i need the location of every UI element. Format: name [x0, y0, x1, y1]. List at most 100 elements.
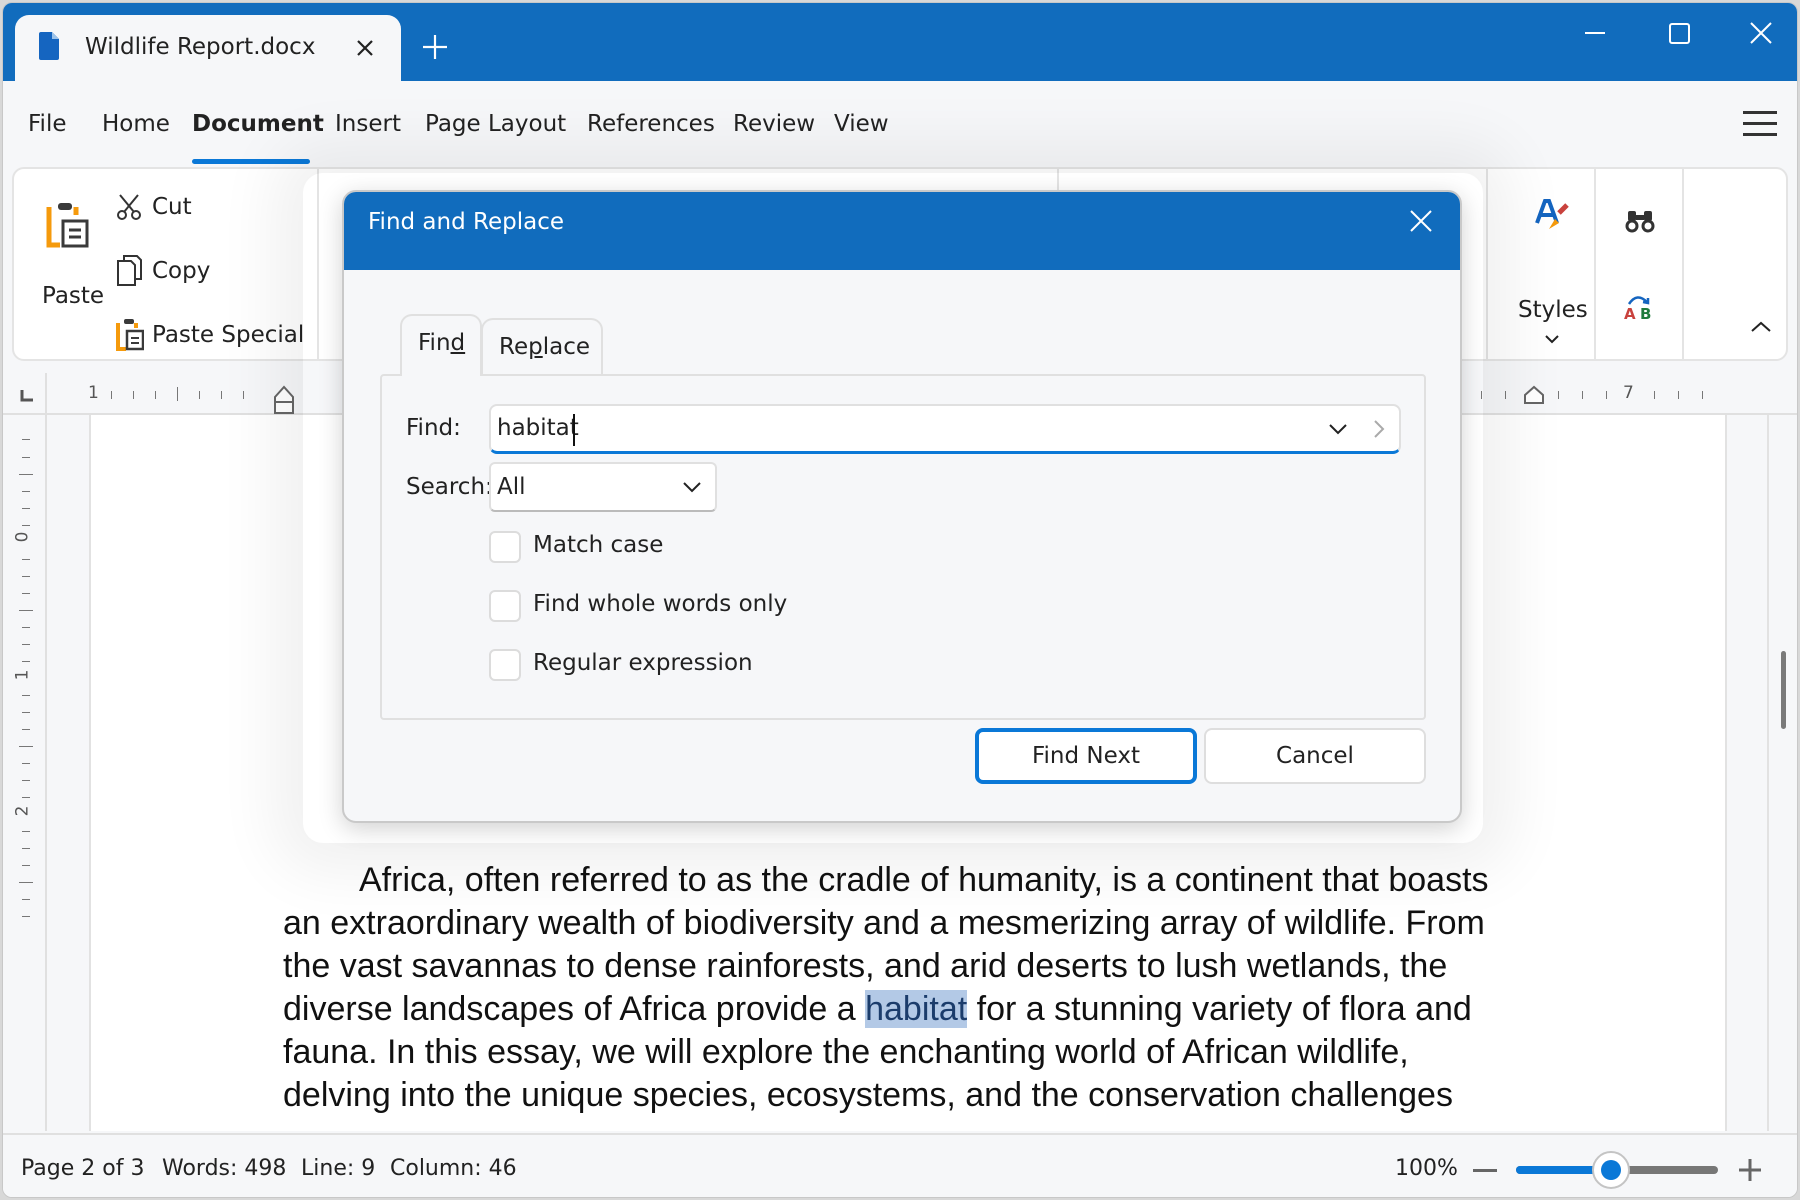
ruler-tick: [22, 899, 30, 900]
menu-view[interactable]: View: [834, 111, 889, 137]
ruler-label: 0: [12, 531, 33, 543]
vertical-ruler[interactable]: 0 1 2: [3, 415, 47, 1131]
ruler-tick: [155, 391, 156, 399]
ruler-tick: [22, 525, 30, 526]
ruler-tick: [22, 661, 30, 662]
ruler-tick: [22, 831, 30, 832]
whole-words-checkbox[interactable]: [489, 590, 521, 622]
search-match-highlight: habitat: [865, 990, 968, 1028]
find-input[interactable]: habitat: [489, 404, 1401, 454]
status-bar: Page 2 of 3 Words: 498 Line: 9 Column: 4…: [3, 1133, 1797, 1197]
ruler-tick: [1558, 391, 1559, 399]
ruler-tick: [19, 746, 33, 747]
paste-special-label: Paste Special: [152, 322, 305, 348]
ruler-tick: [1505, 391, 1506, 399]
vertical-scrollbar-thumb[interactable]: [1781, 651, 1786, 729]
paragraph-line: the vast savannas to dense rainforests, …: [283, 947, 1448, 985]
paragraph-line: delving into the unique species, ecosyst…: [283, 1076, 1453, 1114]
vertical-scrollbar-track[interactable]: [1767, 415, 1793, 1131]
collapse-ribbon-icon[interactable]: [1749, 319, 1773, 335]
whole-words-label[interactable]: Find whole words only: [533, 591, 787, 617]
styles-label: Styles: [1518, 297, 1588, 323]
menu-home[interactable]: Home: [102, 111, 170, 137]
match-case-checkbox[interactable]: [489, 531, 521, 563]
svg-text:A: A: [1624, 305, 1636, 320]
ruler-tick: [22, 729, 30, 730]
ruler-tick: [111, 391, 112, 399]
menu-bar: File Home Document Insert Page Layout Re…: [3, 81, 1797, 167]
ruler-tick: [22, 576, 30, 577]
ruler-tick: [22, 865, 30, 866]
ruler-tick: [133, 391, 134, 399]
dialog-title-bar[interactable]: Find and Replace: [344, 192, 1460, 270]
zoom-out-button[interactable]: [1473, 1169, 1497, 1172]
zoom-slider[interactable]: [1516, 1151, 1718, 1189]
zoom-slider-thumb[interactable]: [1591, 1151, 1630, 1189]
replace-ab-icon[interactable]: A B: [1623, 294, 1655, 320]
document-tab[interactable]: Wildlife Report.docx: [15, 15, 401, 82]
styles-button[interactable]: Styles: [1504, 199, 1600, 344]
hamburger-menu-icon[interactable]: [1743, 111, 1777, 137]
copy-icon: [117, 255, 142, 286]
zoom-in-button[interactable]: [1737, 1157, 1763, 1183]
search-scope-select[interactable]: All: [489, 462, 717, 512]
right-indent-marker[interactable]: [1523, 385, 1545, 405]
regex-label[interactable]: Regular expression: [533, 650, 753, 676]
ruler-tick: [1606, 391, 1607, 399]
paste-special-button[interactable]: Paste Special: [116, 315, 304, 355]
ruler-tick: [22, 712, 30, 713]
tab-replace[interactable]: Replace: [481, 318, 603, 378]
search-scope-value: All: [497, 474, 526, 500]
menu-file[interactable]: File: [28, 111, 67, 137]
copy-label: Copy: [152, 258, 211, 284]
cut-button[interactable]: Cut: [116, 187, 192, 227]
plus-icon[interactable]: [419, 31, 451, 63]
menu-page-layout[interactable]: Page Layout: [425, 111, 566, 137]
document-body[interactable]: Africa, often referred to as the cradle …: [283, 859, 1533, 1117]
close-tab-icon[interactable]: [350, 33, 380, 63]
ruler-tick: [22, 644, 30, 645]
regex-checkbox[interactable]: [489, 649, 521, 681]
left-tab-icon: [20, 390, 33, 402]
ribbon-separator: [1682, 169, 1684, 359]
menu-document[interactable]: Document: [192, 111, 324, 137]
title-bar: Wildlife Report.docx: [3, 3, 1797, 82]
paragraph-line: fauna. In this essay, we will explore th…: [283, 1033, 1409, 1071]
minimize-icon[interactable]: [1570, 17, 1620, 51]
file-icon: [39, 32, 59, 60]
close-window-icon[interactable]: [1736, 17, 1786, 51]
paste-button[interactable]: Paste: [30, 195, 104, 325]
find-label: Find:: [406, 415, 461, 441]
close-dialog-icon[interactable]: [1408, 208, 1434, 234]
menu-insert[interactable]: Insert: [335, 111, 401, 137]
ruler-tick: [22, 439, 30, 440]
binoculars-icon[interactable]: [1625, 209, 1655, 233]
maximize-icon[interactable]: [1654, 17, 1704, 51]
first-line-indent-marker[interactable]: [273, 385, 295, 415]
match-case-label[interactable]: Match case: [533, 532, 663, 558]
find-next-button[interactable]: Find Next: [975, 728, 1197, 784]
cancel-button[interactable]: Cancel: [1204, 728, 1426, 784]
tab-stop-selector[interactable]: [3, 373, 47, 415]
ruler-tick: [22, 916, 30, 917]
menu-references[interactable]: References: [587, 111, 715, 137]
ruler-label: 1: [88, 383, 99, 403]
menu-review[interactable]: Review: [733, 111, 815, 137]
chevron-down-icon[interactable]: [1327, 418, 1349, 440]
chevron-right-icon[interactable]: [1371, 418, 1387, 440]
ruler-label: 2: [12, 805, 33, 817]
ruler-tick: [22, 780, 30, 781]
copy-button[interactable]: Copy: [116, 251, 210, 291]
tab-title: Wildlife Report.docx: [85, 34, 316, 60]
ruler-tick: [1481, 391, 1482, 399]
ruler-tick: [19, 474, 33, 475]
paste-special-icon: [116, 319, 144, 351]
ruler-tick: [22, 763, 30, 764]
chevron-down-icon: [1545, 335, 1559, 344]
paste-icon: [46, 203, 89, 248]
ruler-tick: [22, 508, 30, 509]
active-menu-indicator: [192, 159, 310, 164]
ruler-tick: [19, 882, 33, 883]
tab-find[interactable]: Find: [400, 314, 482, 376]
dialog-title: Find and Replace: [368, 209, 564, 235]
